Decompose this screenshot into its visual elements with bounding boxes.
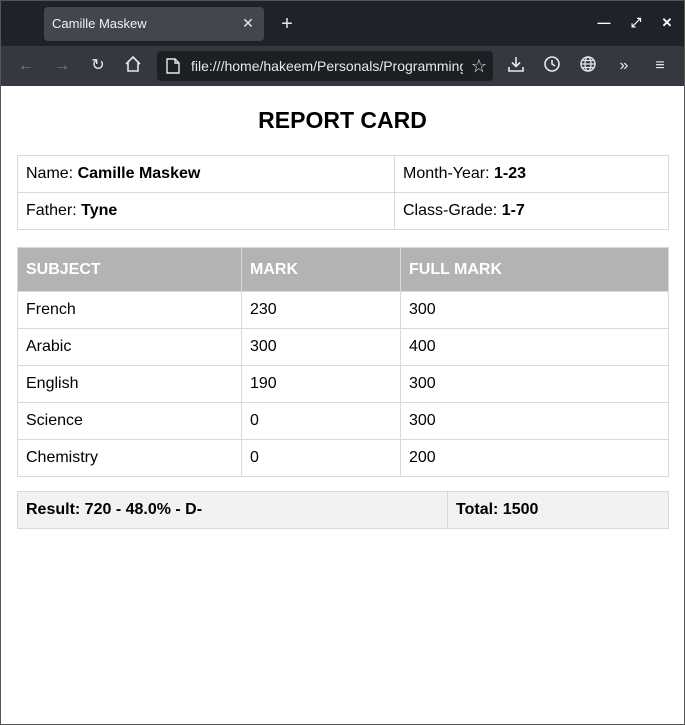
table-row: Name: Camille Maskew Month-Year: 1-23 bbox=[17, 155, 669, 193]
name-label: Name: bbox=[26, 165, 74, 182]
total-cell: Total: 1500 bbox=[447, 491, 669, 529]
table-row: French 230 300 bbox=[17, 291, 669, 329]
month-year-value: 1-23 bbox=[494, 165, 527, 182]
marks-table: SUBJECT MARK FULL MARK French 230 300 Ar… bbox=[17, 247, 669, 477]
more-tools-icon[interactable]: » bbox=[613, 55, 635, 77]
month-year-cell: Month-Year: 1-23 bbox=[394, 155, 669, 193]
class-grade-cell: Class-Grade: 1-7 bbox=[394, 192, 669, 230]
table-row: Father: Tyne Class-Grade: 1-7 bbox=[17, 192, 669, 230]
close-icon[interactable]: ✕ bbox=[238, 13, 258, 33]
subject-cell: Science bbox=[17, 402, 242, 440]
url-text[interactable]: file:///home/hakeem/Personals/Programmin… bbox=[191, 58, 463, 74]
bookmark-star-icon[interactable]: ☆ bbox=[471, 55, 487, 77]
download-icon[interactable] bbox=[505, 55, 527, 77]
table-row: Result: 720 - 48.0% - D- Total: 1500 bbox=[17, 491, 669, 529]
full-mark-cell: 200 bbox=[400, 439, 669, 477]
home-icon[interactable] bbox=[122, 55, 144, 77]
column-header-subject: SUBJECT bbox=[17, 247, 242, 292]
url-bar[interactable]: file:///home/hakeem/Personals/Programmin… bbox=[157, 51, 493, 81]
subject-cell: French bbox=[17, 291, 242, 329]
mark-cell: 0 bbox=[241, 439, 401, 477]
mark-cell: 300 bbox=[241, 328, 401, 366]
browser-window: Camille Maskew ✕ + — ⤢ ✕ ← → ↻ file:///h… bbox=[0, 0, 685, 725]
browser-tab[interactable]: Camille Maskew ✕ bbox=[44, 7, 264, 41]
minimize-icon[interactable]: — bbox=[595, 14, 613, 32]
new-tab-icon[interactable]: + bbox=[275, 12, 299, 36]
result-cell: Result: 720 - 48.0% - D- bbox=[17, 491, 448, 529]
mark-cell: 190 bbox=[241, 365, 401, 403]
class-grade-label: Class-Grade: bbox=[403, 202, 498, 219]
back-icon[interactable]: ← bbox=[15, 55, 37, 77]
student-name: Camille Maskew bbox=[77, 165, 201, 182]
close-window-icon[interactable]: ✕ bbox=[658, 14, 676, 32]
full-mark-cell: 300 bbox=[400, 291, 669, 329]
page-icon bbox=[166, 58, 180, 74]
globe-icon[interactable] bbox=[577, 55, 599, 77]
maximize-icon[interactable]: ⤢ bbox=[627, 14, 645, 32]
name-cell: Name: Camille Maskew bbox=[17, 155, 395, 193]
mark-cell: 0 bbox=[241, 402, 401, 440]
history-icon[interactable] bbox=[541, 55, 563, 77]
title-bar: Camille Maskew ✕ + — ⤢ ✕ bbox=[1, 1, 684, 46]
father-name: Tyne bbox=[81, 202, 118, 219]
mark-cell: 230 bbox=[241, 291, 401, 329]
subject-cell: Chemistry bbox=[17, 439, 242, 477]
father-cell: Father: Tyne bbox=[17, 192, 395, 230]
full-mark-cell: 400 bbox=[400, 328, 669, 366]
class-grade-value: 1-7 bbox=[501, 202, 525, 219]
subject-cell: English bbox=[17, 365, 242, 403]
column-header-mark: MARK bbox=[241, 247, 401, 292]
table-row: Science 0 300 bbox=[17, 402, 669, 440]
father-label: Father: bbox=[26, 202, 77, 219]
table-header-row: SUBJECT MARK FULL MARK bbox=[17, 247, 669, 292]
table-row: Arabic 300 400 bbox=[17, 328, 669, 366]
student-info-table: Name: Camille Maskew Month-Year: 1-23 Fa… bbox=[17, 155, 669, 230]
subject-cell: Arabic bbox=[17, 328, 242, 366]
table-row: Chemistry 0 200 bbox=[17, 439, 669, 477]
menu-icon[interactable]: ≡ bbox=[649, 55, 671, 77]
table-row: English 190 300 bbox=[17, 365, 669, 403]
month-year-label: Month-Year: bbox=[403, 165, 490, 182]
full-mark-cell: 300 bbox=[400, 365, 669, 403]
tab-title: Camille Maskew bbox=[52, 16, 147, 31]
page-content: REPORT CARD Name: Camille Maskew Month-Y… bbox=[1, 86, 684, 724]
reload-icon[interactable]: ↻ bbox=[87, 55, 109, 77]
column-header-full-mark: FULL MARK bbox=[400, 247, 669, 292]
full-mark-cell: 300 bbox=[400, 402, 669, 440]
result-table: Result: 720 - 48.0% - D- Total: 1500 bbox=[17, 491, 669, 529]
page-title: REPORT CARD bbox=[258, 107, 427, 133]
navigation-bar: ← → ↻ file:///home/hakeem/Personals/Prog… bbox=[1, 46, 684, 86]
forward-icon[interactable]: → bbox=[51, 55, 73, 77]
